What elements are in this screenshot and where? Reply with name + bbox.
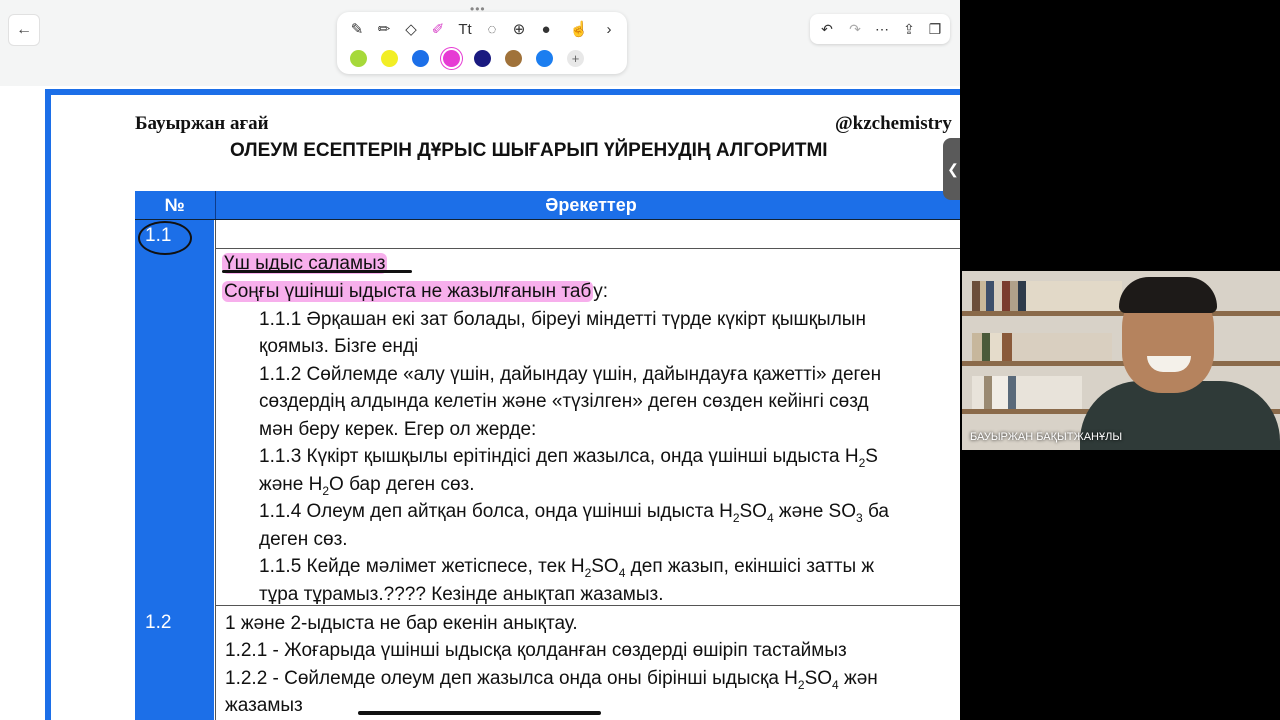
text-fragment: SO (739, 501, 767, 522)
page-title: ОЛЕУМ ЕСЕПТЕРІН ДҰРЫС ШЫҒАРЫП ҮЙРЕНУДІҢ … (230, 140, 828, 161)
subscript: 3 (856, 510, 863, 525)
step-line: 1 және 2-ыдыста не бар екенін анықтау. (225, 613, 578, 634)
text-fragment: у: (593, 281, 609, 302)
pages-icon[interactable]: ❐ (924, 18, 946, 40)
add-color-button[interactable]: + (567, 50, 584, 67)
step-line: 1.1.5 Кейде мәлімет жетіспесе, тек H2SO4… (259, 556, 874, 580)
text-fragment: 1.1.3 Күкірт қышқылы ерітіндісі деп жазы… (259, 446, 859, 467)
lasso-icon[interactable]: ◌ (480, 18, 504, 40)
subscript: 2 (797, 677, 805, 692)
home-indicator-bar[interactable] (358, 711, 601, 715)
header-number: № (164, 194, 185, 215)
more-icon[interactable]: ⋯ (871, 18, 893, 40)
pen-icon[interactable]: ✎ (345, 18, 369, 40)
text-fragment: 1.2.2 - Сөйлемде олеум деп жазылса онда … (225, 668, 798, 689)
step-line: мән беру керек. Егер ол жерде: (259, 419, 537, 440)
color-swatch-lime[interactable] (350, 50, 367, 67)
highlighter-icon[interactable]: ✐ (426, 18, 450, 40)
touch-icon[interactable]: ☝ (567, 18, 591, 40)
color-swatch-yellow[interactable] (381, 50, 398, 67)
color-swatch-sky[interactable] (536, 50, 553, 67)
books-row (972, 333, 1112, 361)
person-hair (1119, 277, 1217, 313)
author-name: Бауыржан ағай (135, 113, 269, 134)
step-line: 1.1.3 Күкірт қышқылы ерітіндісі деп жазы… (259, 446, 878, 470)
redo-icon[interactable]: ↷ (844, 18, 866, 40)
books-row (972, 376, 1082, 409)
document-actions-panel: ↶ ↷ ⋯ ⇪ ❐ (810, 14, 950, 44)
text-fragment: және SO (773, 501, 856, 522)
text-fragment: SO (591, 556, 619, 577)
sidebar-toggle-button[interactable]: ❮ (943, 138, 960, 200)
text-fragment: және H (259, 474, 323, 495)
subscript: 4 (766, 510, 774, 525)
pencil-icon[interactable]: ✏ (372, 18, 396, 40)
text-fragment: 1.1.4 Олеум деп айтқан болса, онда үшінш… (259, 501, 733, 522)
text-fragment: 1.1.5 Кейде мәлімет жетіспесе, тек H (259, 556, 585, 577)
text-fragment: ба (862, 501, 889, 522)
eraser-icon[interactable]: ◇ (399, 18, 423, 40)
header-actions: Әрекеттер (215, 191, 960, 219)
back-button[interactable]: ← (8, 14, 40, 46)
participant-name-label: БАУЫРЖАН БАҚЫТЖАНҰЛЫ (970, 431, 1123, 443)
drawing-tools-panel: ✎ ✏ ◇ ✐ Tt ◌ ⊕ ● ☝ › + (337, 12, 627, 74)
text-fragment: жән (838, 668, 878, 689)
notes-app: ← ••• ✎ ✏ ◇ ✐ Tt ◌ ⊕ ● ☝ › + ↶ ↷ ⋯ ⇪ ❐ Б… (0, 0, 960, 720)
step-line: 1.2.2 - Сөйлемде олеум деп жазылса онда … (225, 668, 878, 692)
number-column (135, 191, 214, 720)
step-line: деген сөз. (259, 529, 348, 550)
subscript: 4 (832, 677, 839, 692)
add-icon[interactable]: ⊕ (507, 18, 531, 40)
text-fragment: деп жазып, екіншісі затты ж (625, 556, 875, 577)
step-line: Соңғы үшінші ыдыста не жазылғанын таб у: (222, 281, 608, 303)
shelf (962, 361, 1280, 366)
step-line: 1.1.4 Олеум деп айтқан болса, онда үшінш… (259, 501, 889, 525)
step-line: 1.1.1 Әрқашан екі зат болады, біреуі мін… (259, 309, 866, 330)
mic-icon[interactable]: ● (534, 18, 558, 40)
text-icon[interactable]: Tt (453, 18, 477, 40)
step-line: қоямыз. Бізге енді (259, 336, 419, 357)
step-line: 1.1.2 Сөйлемде «алу үшін, дайындау үшін,… (259, 364, 882, 385)
books-row (972, 281, 1122, 311)
export-icon[interactable]: ⇪ (898, 18, 920, 40)
color-swatch-brown[interactable] (505, 50, 522, 67)
step-line: тұра тұрамыз.???? Кезінде анықтап жазамы… (259, 584, 664, 605)
color-swatch-navy[interactable] (474, 50, 491, 67)
top-toolbar: ← ••• ✎ ✏ ◇ ✐ Tt ◌ ⊕ ● ☝ › + ↶ ↷ ⋯ ⇪ ❐ (0, 0, 960, 86)
color-swatch-blue[interactable] (412, 50, 429, 67)
highlighted-text: Соңғы үшінші ыдыста не жазылғанын таб (222, 281, 594, 302)
undo-icon[interactable]: ↶ (816, 18, 838, 40)
step-line: сөздердің алдында келетін және «түзілген… (259, 391, 869, 412)
chevron-right-icon[interactable]: › (597, 18, 621, 40)
ink-circle-annotation (138, 221, 192, 255)
text-fragment: S (865, 446, 878, 467)
table-header: № Әрекеттер (135, 191, 960, 220)
subscript: 2 (732, 510, 740, 525)
row-number: 1.2 (145, 612, 172, 633)
step-line: жазамыз (225, 695, 303, 716)
color-swatch-pink-selected[interactable] (443, 50, 460, 67)
step-line: және H2O бар деген сөз. (259, 474, 475, 498)
step-line: 1.2.1 - Жоғарыда үшінші ыдысқа қолданған… (225, 640, 847, 661)
author-handle: @kzchemistry (835, 113, 952, 134)
text-fragment: O бар деген сөз. (329, 474, 475, 495)
back-arrow-icon: ← (16, 21, 32, 38)
text-fragment: SO (804, 668, 833, 689)
webcam-video-tile: БАУЫРЖАН БАҚЫТЖАНҰЛЫ (962, 271, 1280, 450)
chevron-left-icon: ❮ (947, 160, 959, 177)
table-row (215, 220, 960, 249)
ink-underline-annotation (222, 270, 412, 273)
